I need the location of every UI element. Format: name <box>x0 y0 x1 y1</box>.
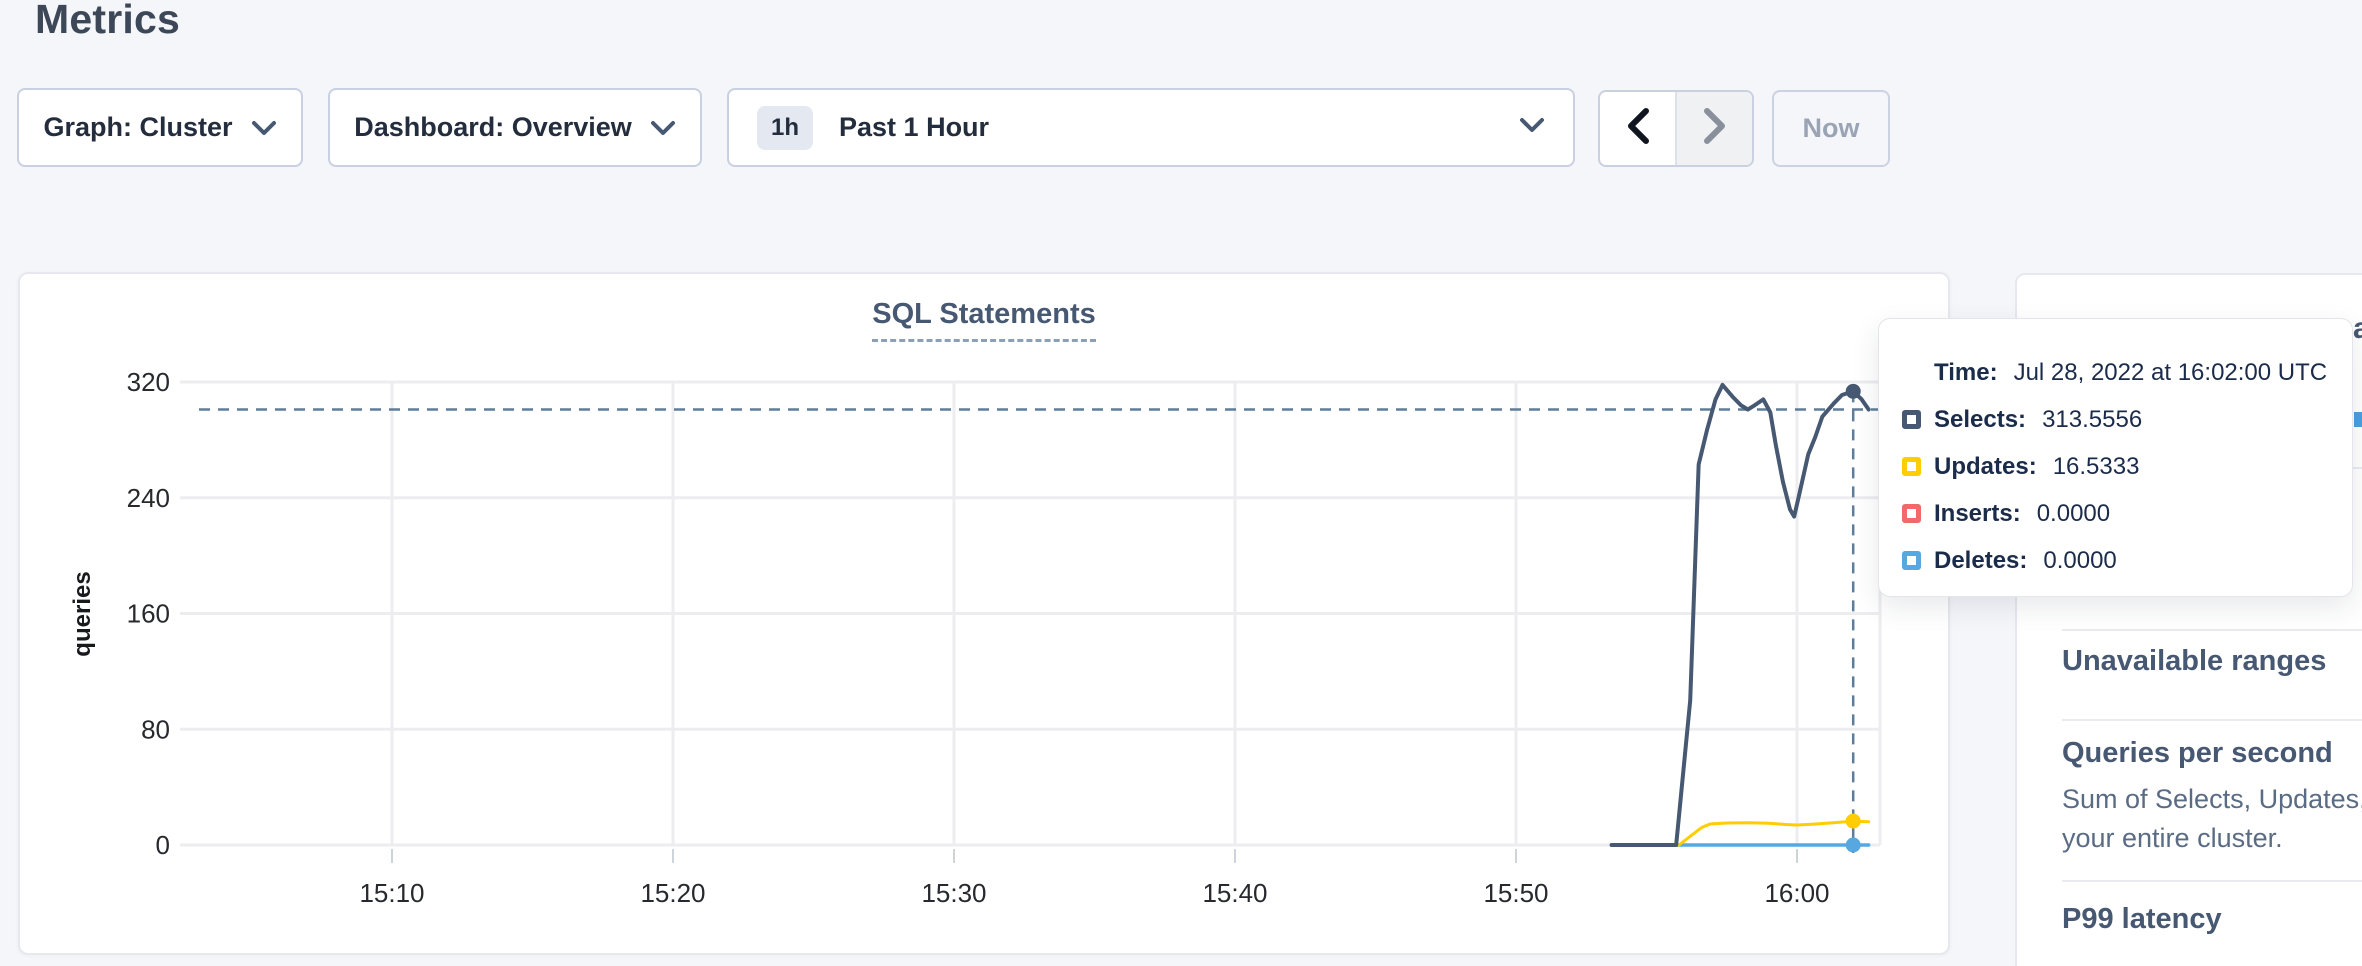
svg-text:15:50: 15:50 <box>1483 878 1548 908</box>
divider <box>2062 629 2362 631</box>
svg-text:15:30: 15:30 <box>921 878 986 908</box>
svg-text:80: 80 <box>141 714 170 744</box>
dashboard-dropdown[interactable]: Dashboard: Overview <box>328 88 702 167</box>
graph-dropdown[interactable]: Graph: Cluster <box>17 88 303 167</box>
updates-series-swatch-icon <box>1902 457 1921 476</box>
clipped-heading-fragment: a <box>2353 312 2362 346</box>
graph-dropdown-label: Graph: Cluster <box>43 112 232 143</box>
inserts-series-swatch-icon <box>1902 504 1921 523</box>
dashboard-dropdown-label: Dashboard: Overview <box>354 112 632 143</box>
tooltip-series-row: Inserts: 0.0000 <box>1902 490 2352 537</box>
glossary-term-unavailable-ranges: Unavailable ranges <box>2062 645 2362 678</box>
deletes-series-swatch-icon <box>1902 551 1921 570</box>
tooltip-series-label: Updates: <box>1934 453 2037 481</box>
time-range-badge: 1h <box>757 106 813 150</box>
chevron-right-icon <box>1703 107 1727 150</box>
chevron-down-icon <box>1519 117 1545 138</box>
chart-title[interactable]: SQL Statements <box>872 298 1095 342</box>
tooltip-series-value: 313.5556 <box>2042 406 2142 434</box>
tooltip-series-value: 16.5333 <box>2053 453 2140 481</box>
tooltip-series-row: Updates: 16.5333 <box>1902 443 2352 490</box>
now-button[interactable]: Now <box>1772 90 1890 167</box>
glossary-term-queries-per-second: Queries per second <box>2062 737 2362 770</box>
divider <box>2062 719 2362 721</box>
divider <box>2062 880 2362 882</box>
svg-text:queries: queries <box>69 571 96 656</box>
tooltip-series-label: Selects: <box>1934 406 2026 434</box>
tooltip-time-value: Jul 28, 2022 at 16:02:00 UTC <box>2014 359 2328 387</box>
tooltip-series-label: Deletes: <box>1934 547 2027 575</box>
svg-text:160: 160 <box>127 599 170 629</box>
tooltip-series-label: Inserts: <box>1934 500 2021 528</box>
svg-text:15:20: 15:20 <box>640 878 705 908</box>
glossary-description-line: your entire cluster. <box>2062 823 2362 854</box>
svg-text:240: 240 <box>127 483 170 513</box>
chevron-down-icon <box>251 120 277 136</box>
svg-text:320: 320 <box>127 367 170 397</box>
tooltip-time-row: Time: Jul 28, 2022 at 16:02:00 UTC <box>1902 349 2352 396</box>
chevron-down-icon <box>650 120 676 136</box>
tooltip-series-row: Deletes: 0.0000 <box>1902 537 2352 584</box>
sql-statements-chart[interactable]: 0 80 160 240 320 15:10 15:20 15:30 15:40 15:50 16:… <box>20 274 1952 957</box>
tooltip-series-value: 0.0000 <box>2043 547 2116 575</box>
chevron-left-icon <box>1626 107 1650 150</box>
prev-time-button[interactable] <box>1600 92 1675 165</box>
glossary-description-line: Sum of Selects, Updates, Inser <box>2062 784 2362 815</box>
chart-hover-tooltip: Time: Jul 28, 2022 at 16:02:00 UTC Selec… <box>1878 318 2353 597</box>
selects-series-swatch-icon <box>1902 410 1921 429</box>
time-range-label: Past 1 Hour <box>839 112 1519 143</box>
glossary-term-p99-latency: P99 latency <box>2062 903 2362 936</box>
now-button-label: Now <box>1803 113 1860 144</box>
sql-statements-chart-card: SQL Statements 0 80 160 240 320 15:10 15:20 15:… <box>18 272 1950 955</box>
svg-text:15:10: 15:10 <box>359 878 424 908</box>
svg-text:0: 0 <box>156 830 170 860</box>
svg-text:16:00: 16:00 <box>1764 878 1829 908</box>
svg-text:15:40: 15:40 <box>1202 878 1267 908</box>
time-range-selector[interactable]: 1h Past 1 Hour <box>727 88 1575 167</box>
tooltip-series-row: Selects: 313.5556 <box>1902 396 2352 443</box>
time-pager <box>1598 90 1754 167</box>
tooltip-time-label: Time: <box>1934 359 1998 387</box>
clipped-link-fragment <box>2354 412 2362 427</box>
page-title: Metrics <box>35 0 180 43</box>
next-time-button[interactable] <box>1675 92 1752 165</box>
tooltip-series-value: 0.0000 <box>2037 500 2110 528</box>
